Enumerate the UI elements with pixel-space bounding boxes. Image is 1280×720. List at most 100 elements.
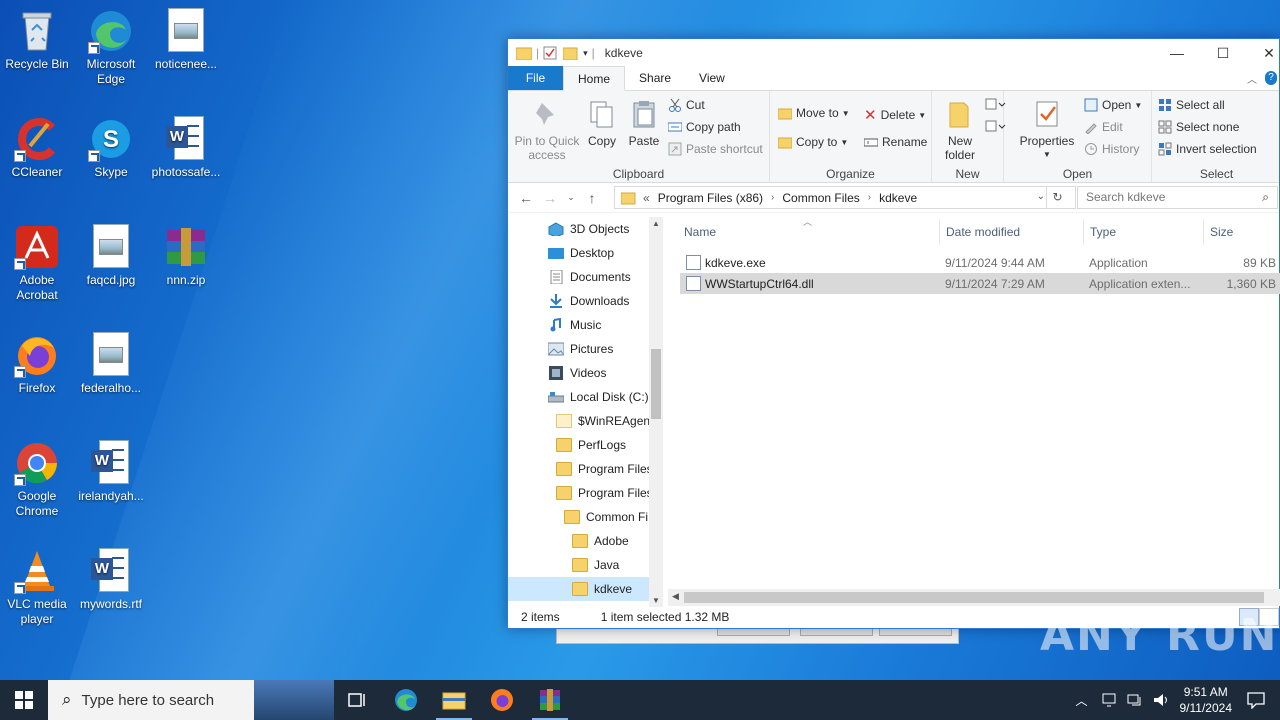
column-divider[interactable] bbox=[1083, 219, 1084, 245]
horizontal-scrollbar[interactable]: ◀ bbox=[668, 589, 1280, 606]
taskbar-edge[interactable] bbox=[382, 680, 430, 720]
nav-item-common-files[interactable]: Common Fi bbox=[508, 505, 663, 529]
properties-button[interactable]: Properties ▼ bbox=[1018, 99, 1076, 162]
nav-item-pictures[interactable]: Pictures bbox=[508, 337, 663, 361]
navigation-scrollbar[interactable]: ▲ ▼ bbox=[649, 217, 663, 607]
refresh-icon[interactable]: ↻ bbox=[1046, 186, 1068, 209]
minimize-button[interactable]: — bbox=[1154, 39, 1200, 67]
breadcrumb-separator-icon[interactable]: › bbox=[771, 192, 774, 203]
nav-item-program-files[interactable]: Program Files bbox=[508, 457, 663, 481]
up-arrow-icon[interactable]: ↑ bbox=[580, 190, 604, 206]
network-status-icon[interactable] bbox=[1100, 691, 1118, 709]
paste-shortcut-button[interactable]: Paste shortcut bbox=[668, 142, 763, 156]
breadcrumb-separator-icon[interactable]: › bbox=[868, 192, 871, 203]
file-row-kdkeve-exe[interactable]: kdkeve.exe 9/11/2024 9:44 AM Application… bbox=[680, 252, 1280, 273]
copy-button[interactable]: Copy bbox=[582, 99, 622, 148]
desktop-icon-photossafe[interactable]: W photossafe... bbox=[149, 116, 223, 180]
nav-item-videos[interactable]: Videos bbox=[508, 361, 663, 385]
easy-access-icon[interactable] bbox=[984, 119, 1006, 135]
show-hidden-icons-chevron-icon[interactable]: ︿ bbox=[1075, 692, 1087, 709]
quick-access-dropdown-icon[interactable]: ▾ bbox=[583, 48, 588, 59]
taskbar-search-box[interactable]: ⌕ Type here to search bbox=[48, 680, 334, 720]
copy-to-button[interactable]: Copy to ▼ bbox=[778, 135, 848, 149]
taskbar-clock[interactable]: 9:51 AM 9/11/2024 bbox=[1180, 684, 1233, 716]
tab-home[interactable]: Home bbox=[563, 66, 626, 91]
overflow-chevron-icon[interactable]: « bbox=[643, 191, 650, 205]
desktop-icon-mywords[interactable]: W mywords.rtf bbox=[74, 548, 148, 612]
breadcrumb-common-files[interactable]: Common Files bbox=[782, 191, 859, 205]
start-button[interactable] bbox=[0, 680, 48, 720]
desktop-icon-firefox[interactable]: Firefox bbox=[0, 332, 74, 396]
rename-button[interactable]: Rename bbox=[864, 135, 927, 149]
desktop-icon-google-chrome[interactable]: Google Chrome bbox=[0, 440, 74, 519]
desktop-icon-irelandyah[interactable]: W irelandyah... bbox=[74, 440, 148, 504]
column-date-modified[interactable]: Date modified bbox=[946, 225, 1020, 239]
collapse-ribbon-icon[interactable]: ︿ bbox=[1247, 71, 1257, 86]
nav-item-kdkeve[interactable]: kdkeve bbox=[508, 577, 663, 601]
breadcrumb-program-files-x86[interactable]: Program Files (x86) bbox=[658, 191, 763, 205]
column-divider[interactable] bbox=[939, 219, 940, 245]
search-input[interactable]: Search kdkeve ⌕ bbox=[1077, 186, 1278, 209]
help-icon[interactable]: ? bbox=[1265, 71, 1277, 85]
open-button[interactable]: Open ▼ bbox=[1084, 98, 1142, 112]
new-folder-button[interactable]: New folder bbox=[936, 99, 984, 162]
task-view-button[interactable] bbox=[334, 680, 382, 720]
maximize-button[interactable]: ☐ bbox=[1200, 39, 1246, 67]
dialog-button[interactable] bbox=[717, 628, 790, 636]
desktop-icon-noticenee[interactable]: noticenee... bbox=[149, 8, 223, 72]
desktop-icon-edge[interactable]: Microsoft Edge bbox=[74, 8, 148, 87]
delete-button[interactable]: ✕ Delete ▼ bbox=[864, 106, 926, 124]
network-icon[interactable] bbox=[1126, 691, 1144, 709]
select-all-button[interactable]: Select all bbox=[1158, 98, 1225, 112]
cut-button[interactable]: Cut bbox=[668, 98, 705, 112]
tab-file[interactable]: File bbox=[508, 66, 563, 90]
nav-item-adobe[interactable]: Adobe bbox=[508, 529, 663, 553]
paste-button[interactable]: Paste bbox=[624, 99, 664, 148]
scrollbar-thumb[interactable] bbox=[651, 349, 661, 419]
move-to-button[interactable]: Move to ▼ bbox=[778, 106, 850, 120]
scrollbar-thumb[interactable] bbox=[684, 592, 1264, 603]
tab-share[interactable]: Share bbox=[625, 66, 685, 90]
copy-path-button[interactable]: Copy path bbox=[668, 120, 741, 134]
desktop-icon-recycle-bin[interactable]: Recycle Bin bbox=[0, 8, 74, 72]
desktop-icon-federalho[interactable]: federalho... bbox=[74, 332, 148, 396]
nav-item-downloads[interactable]: Downloads bbox=[508, 289, 663, 313]
nav-item-documents[interactable]: Documents bbox=[508, 265, 663, 289]
nav-item-local-disk[interactable]: Local Disk (C:) bbox=[508, 385, 663, 409]
file-row-wwstartupctrl64-dll[interactable]: WWStartupCtrl64.dll 9/11/2024 7:29 AM Ap… bbox=[680, 273, 1280, 294]
edit-button[interactable]: Edit bbox=[1084, 120, 1123, 134]
properties-quick-icon[interactable] bbox=[543, 46, 557, 60]
dialog-button[interactable] bbox=[800, 628, 873, 636]
address-bar[interactable]: « Program Files (x86) › Common Files › k… bbox=[614, 186, 1076, 209]
history-button[interactable]: History bbox=[1084, 142, 1139, 156]
dialog-button[interactable] bbox=[879, 628, 952, 636]
column-size[interactable]: Size bbox=[1210, 225, 1233, 239]
pin-quick-access-button[interactable]: Pin to Quick access bbox=[512, 99, 582, 162]
nav-item-program-files-x86[interactable]: Program Files bbox=[508, 481, 663, 505]
notifications-icon[interactable] bbox=[1246, 691, 1266, 709]
column-type[interactable]: Type bbox=[1090, 225, 1116, 239]
nav-item-desktop[interactable]: Desktop bbox=[508, 241, 663, 265]
nav-item-perflogs[interactable]: PerfLogs bbox=[508, 433, 663, 457]
nav-item-java[interactable]: Java bbox=[508, 553, 663, 577]
address-dropdown-icon[interactable]: ⌄ bbox=[1037, 191, 1045, 202]
new-item-icon[interactable] bbox=[984, 97, 1006, 113]
desktop-icon-skype[interactable]: S Skype bbox=[74, 116, 148, 180]
taskbar-winrar[interactable] bbox=[526, 680, 574, 720]
forward-arrow-icon[interactable]: → bbox=[538, 190, 562, 206]
desktop-icon-adobe-acrobat[interactable]: Adobe Acrobat bbox=[0, 224, 74, 303]
taskbar-file-explorer[interactable] bbox=[430, 680, 478, 720]
back-arrow-icon[interactable]: ← bbox=[514, 190, 538, 206]
invert-selection-button[interactable]: Invert selection bbox=[1158, 142, 1257, 156]
volume-icon[interactable] bbox=[1152, 691, 1170, 709]
close-button[interactable]: ✕ bbox=[1246, 39, 1280, 67]
nav-item-music[interactable]: Music bbox=[508, 313, 663, 337]
nav-item-winreagent[interactable]: $WinREAgent bbox=[508, 409, 663, 433]
breadcrumb-kdkeve[interactable]: kdkeve bbox=[879, 191, 917, 205]
tab-view[interactable]: View bbox=[685, 66, 739, 90]
desktop-icon-faqcd[interactable]: faqcd.jpg bbox=[74, 224, 148, 288]
desktop-icon-nnn-zip[interactable]: nnn.zip bbox=[149, 224, 223, 288]
select-none-button[interactable]: Select none bbox=[1158, 120, 1239, 134]
nav-item-3d-objects[interactable]: 3D Objects bbox=[508, 217, 663, 241]
scroll-down-icon[interactable]: ▼ bbox=[649, 596, 663, 605]
